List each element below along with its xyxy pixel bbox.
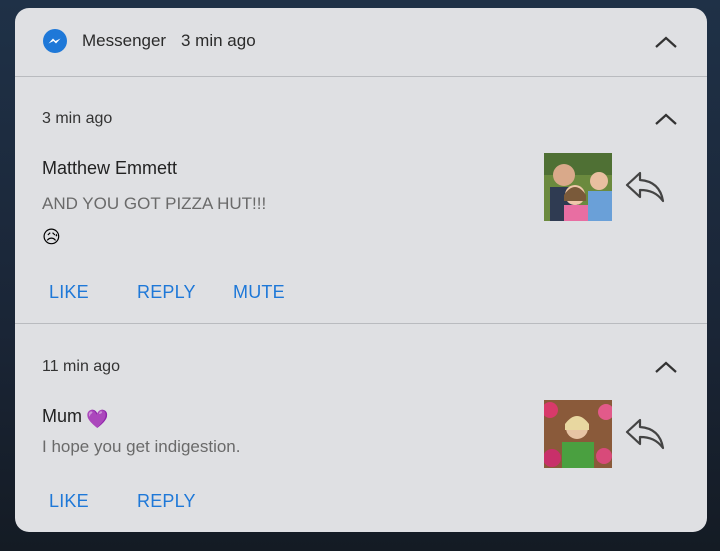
chevron-up-icon[interactable] — [654, 35, 678, 49]
message-text: I hope you get indigestion. — [42, 437, 241, 456]
notification-time: 3 min ago — [42, 110, 113, 127]
notification-item: 11 min ago Mum 💜 I hope you get indigesti… — [15, 324, 707, 532]
like-button[interactable]: LIKE — [49, 282, 89, 303]
sender-name: Mum 💜 — [42, 406, 109, 429]
message-text: AND YOU GOT PIZZA HUT!!! — [42, 194, 267, 213]
purple-heart-emoji: 💜 — [86, 409, 109, 429]
family-photo-icon — [544, 153, 612, 221]
avatar — [544, 153, 612, 221]
reply-arrow-icon[interactable] — [624, 169, 666, 205]
notification-app-header[interactable]: Messenger 3 min ago — [15, 8, 707, 77]
reply-button[interactable]: REPLY — [137, 491, 196, 512]
messenger-icon — [43, 29, 67, 53]
mute-button[interactable]: MUTE — [233, 282, 285, 303]
chevron-up-icon[interactable] — [654, 360, 678, 374]
avatar — [544, 400, 612, 468]
chevron-up-icon[interactable] — [654, 112, 678, 126]
woman-photo-icon — [544, 400, 612, 468]
sad-emoji: 😥 — [42, 227, 61, 247]
reply-button[interactable]: REPLY — [137, 282, 196, 303]
app-timestamp: 3 min ago — [181, 31, 256, 50]
notification-time: 11 min ago — [42, 358, 120, 375]
sender-name: Matthew Emmett — [42, 158, 178, 178]
notification-item: 3 min ago Matthew Emmett AND YOU GOT PIZ… — [15, 77, 707, 324]
like-button[interactable]: LIKE — [49, 491, 89, 512]
notification-card: Messenger 3 min ago 3 min ago Matthew Em… — [15, 8, 707, 532]
app-name: Messenger — [82, 31, 167, 50]
reply-arrow-icon[interactable] — [624, 416, 666, 452]
